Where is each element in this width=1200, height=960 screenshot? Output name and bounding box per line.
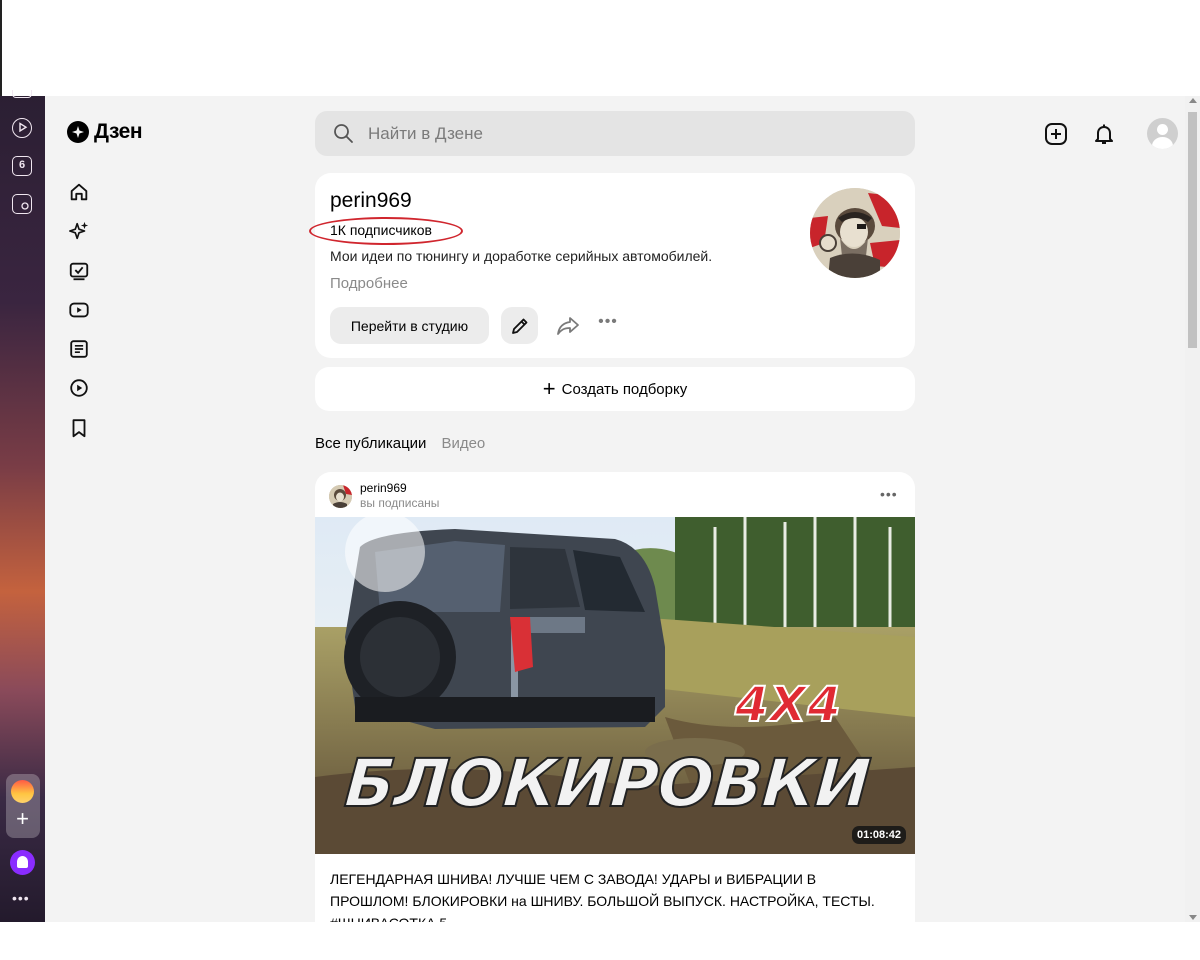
post-thumbnail[interactable]: 4X4 БЛОКИРОВКИ 01:08:42 xyxy=(315,517,915,854)
edit-button[interactable] xyxy=(501,307,538,344)
nav-shorts[interactable] xyxy=(67,376,91,400)
nav-bookmarks[interactable] xyxy=(67,416,91,440)
browser-screenshot-icon[interactable] xyxy=(12,194,32,214)
left-nav xyxy=(67,180,91,455)
scroll-up-arrow-icon[interactable] xyxy=(1189,98,1197,103)
page-scrollbar[interactable] xyxy=(1185,96,1200,922)
articles-icon xyxy=(70,340,88,358)
bottom-blank-area xyxy=(0,922,1200,960)
post-subscription-status: вы подписаны xyxy=(360,496,440,510)
browser-more-icon[interactable]: ••• xyxy=(12,890,30,906)
channel-description: Мои идеи по тюнингу и доработке серийных… xyxy=(330,248,713,264)
add-content-button[interactable] xyxy=(1043,121,1069,147)
scroll-thumb[interactable] xyxy=(1188,112,1197,348)
dzen-app: Дзен Найти в Дзене perin969 1К подписчик… xyxy=(45,96,1185,922)
browser-sidebar: 6 + ••• xyxy=(0,90,45,922)
thumbnail-title-text: БЛОКИРОВКИ xyxy=(341,744,873,823)
channel-name: perin969 xyxy=(330,189,412,212)
pencil-icon xyxy=(511,318,527,334)
plus-icon: + xyxy=(542,376,556,401)
user-avatar[interactable] xyxy=(1147,118,1178,149)
search-bar[interactable] xyxy=(315,111,915,156)
bell-icon xyxy=(1095,124,1113,144)
home-icon xyxy=(70,183,88,201)
dzen-logo-icon xyxy=(67,121,89,143)
browser-add-icon[interactable]: + xyxy=(11,808,34,831)
browser-tab-count-icon[interactable]: 6 xyxy=(12,156,32,176)
publication-tabs: Все публикации Видео xyxy=(315,435,485,452)
search-input[interactable] xyxy=(368,123,868,144)
scroll-down-arrow-icon[interactable] xyxy=(1189,915,1197,920)
share-icon xyxy=(557,317,579,335)
subscribers-count: 1К подписчиков xyxy=(330,222,432,238)
nav-articles[interactable] xyxy=(67,337,91,361)
channel-avatar xyxy=(810,188,900,278)
tab-video[interactable]: Видео xyxy=(441,435,485,452)
post-menu-icon[interactable]: ••• xyxy=(880,486,898,502)
create-collection-button[interactable]: + Создать подборку xyxy=(315,367,915,411)
subscriptions-icon xyxy=(69,262,89,280)
post-card[interactable]: perin969 вы подписаны ••• 4X4 БЛОКИРОВКИ… xyxy=(315,472,915,922)
dzen-logo[interactable]: Дзен xyxy=(67,120,143,144)
alice-assistant-icon[interactable] xyxy=(10,850,35,875)
top-blank-area xyxy=(0,0,1200,96)
notifications-button[interactable] xyxy=(1091,121,1117,147)
post-author-avatar[interactable] xyxy=(329,484,352,508)
post-title[interactable]: ЛЕГЕНДАРНАЯ ШНИВА! ЛУЧШЕ ЧЕМ С ЗАВОДА! У… xyxy=(330,868,880,922)
browser-app-icon[interactable] xyxy=(11,780,34,803)
nav-video[interactable] xyxy=(67,298,91,322)
studio-button[interactable]: Перейти в студию xyxy=(330,307,489,344)
more-link[interactable]: Подробнее xyxy=(330,275,408,292)
sparkle-icon xyxy=(69,222,89,240)
browser-panel-icon[interactable] xyxy=(12,90,32,98)
nav-home[interactable] xyxy=(67,180,91,204)
add-content-icon xyxy=(1045,122,1067,145)
post-author-name[interactable]: perin969 xyxy=(360,481,439,495)
tab-all-publications[interactable]: Все публикации xyxy=(315,435,426,452)
bookmark-icon xyxy=(72,419,86,437)
share-button[interactable] xyxy=(555,313,581,339)
post-header: perin969 вы подписаны xyxy=(329,481,439,511)
thumbnail-badge-text: 4X4 xyxy=(734,676,842,734)
top-actions xyxy=(1043,118,1178,149)
browser-play-icon[interactable] xyxy=(12,118,32,138)
nav-subscriptions[interactable] xyxy=(67,259,91,283)
search-icon xyxy=(334,124,353,143)
create-collection-label: Создать подборку xyxy=(561,380,688,398)
logo-text: Дзен xyxy=(94,120,143,143)
shorts-icon xyxy=(70,379,88,398)
video-icon xyxy=(69,302,89,318)
more-options-icon[interactable]: ••• xyxy=(595,313,621,339)
nav-recommendations[interactable] xyxy=(67,219,91,243)
channel-card: perin969 1К подписчиков Мои идеи по тюни… xyxy=(309,173,915,358)
video-duration-badge: 01:08:42 xyxy=(852,826,907,844)
